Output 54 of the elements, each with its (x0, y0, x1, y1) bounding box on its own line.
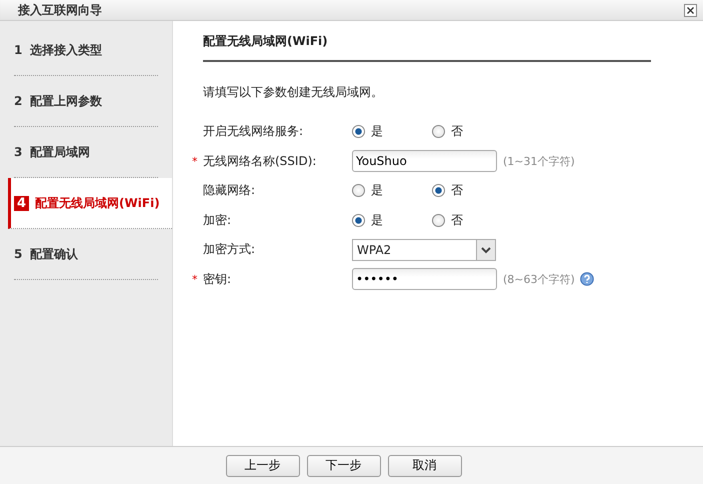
radio-option[interactable]: 否 (432, 212, 512, 229)
step-item[interactable]: 5 配置确认 (14, 229, 158, 280)
wizard-button[interactable]: 下一步 (306, 454, 380, 476)
section-heading: 配置无线局域网(WiFi) (203, 33, 651, 62)
field-label: 密钥: (203, 270, 232, 288)
step-number: 4 (14, 196, 30, 210)
radio-label: 是 (371, 212, 383, 229)
radio-label: 否 (451, 123, 463, 140)
step-number: 1 (14, 43, 24, 57)
radio-button[interactable] (432, 214, 445, 227)
radio-button[interactable] (432, 125, 445, 138)
field-label: 开启无线网络服务: (203, 123, 304, 140)
select-field[interactable]: WPA2 (352, 238, 496, 261)
radio-option[interactable]: 是 (352, 123, 432, 140)
radio-option[interactable]: 否 (432, 123, 512, 140)
step-label: 配置上网参数 (30, 92, 102, 110)
wizard-button[interactable]: 取消 (388, 454, 462, 476)
required-mark: * (192, 154, 198, 168)
radio-option[interactable]: 是 (352, 212, 432, 229)
step-label: 配置局域网 (30, 144, 90, 160)
field-label: 加密: (203, 212, 232, 229)
radio-label: 是 (371, 123, 383, 140)
close-icon[interactable] (684, 4, 697, 16)
field-hint: (8~63个字符) (503, 272, 575, 287)
step-label: 配置无线局域网(WiFi) (35, 194, 160, 212)
radio-button[interactable] (352, 125, 365, 138)
radio-button[interactable] (352, 184, 365, 198)
step-item[interactable]: 2 配置上网参数 (14, 76, 158, 127)
radio-label: 否 (451, 182, 463, 200)
field-label: 加密方式: (203, 241, 256, 258)
radio-label: 是 (371, 182, 383, 200)
caret-icon (476, 240, 495, 260)
intro-text: 请填写以下参数创建无线局域网。 (203, 84, 384, 101)
required-mark: * (192, 272, 198, 286)
radio-option[interactable]: 是 (352, 182, 432, 200)
step-item[interactable]: 4 配置无线局域网(WiFi) (8, 178, 172, 229)
field-label: 隐藏网络: (203, 182, 256, 200)
radio-label: 否 (451, 212, 463, 229)
input-field[interactable]: •••••• (352, 268, 497, 290)
radio-button[interactable] (352, 214, 365, 227)
window-title: 接入互联网向导 (18, 2, 102, 18)
step-number: 2 (14, 94, 24, 108)
step-number: 5 (14, 247, 24, 261)
step-label: 选择接入类型 (30, 42, 102, 58)
help-icon[interactable] (580, 272, 594, 286)
step-label: 配置确认 (30, 246, 78, 262)
input-field[interactable]: YouShuo (352, 150, 497, 172)
step-item[interactable]: 1 选择接入类型 (14, 25, 158, 76)
radio-button[interactable] (432, 184, 445, 198)
wizard-button[interactable]: 上一步 (226, 454, 300, 476)
step-number: 3 (14, 145, 24, 159)
radio-option[interactable]: 否 (432, 182, 512, 200)
field-hint: (1~31个字符) (503, 154, 575, 169)
field-label: 无线网络名称(SSID): (203, 152, 318, 170)
